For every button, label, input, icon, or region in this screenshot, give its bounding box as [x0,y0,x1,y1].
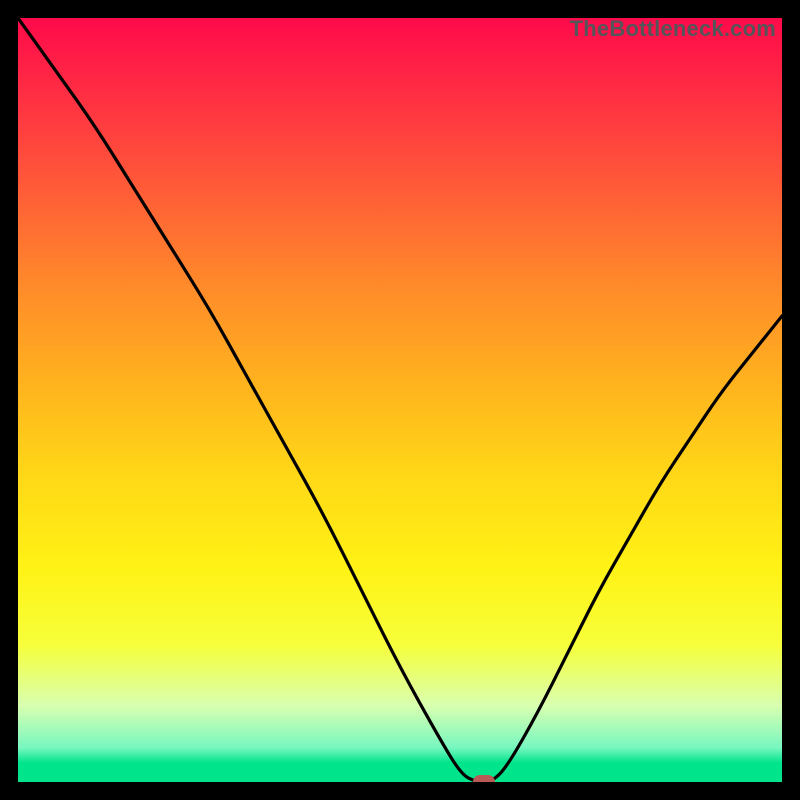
chart-frame: TheBottleneck.com [0,0,800,800]
watermark-text: TheBottleneck.com [570,18,776,40]
minimum-marker [473,775,495,782]
bottleneck-curve [18,18,782,782]
plot-area: TheBottleneck.com [18,18,782,782]
